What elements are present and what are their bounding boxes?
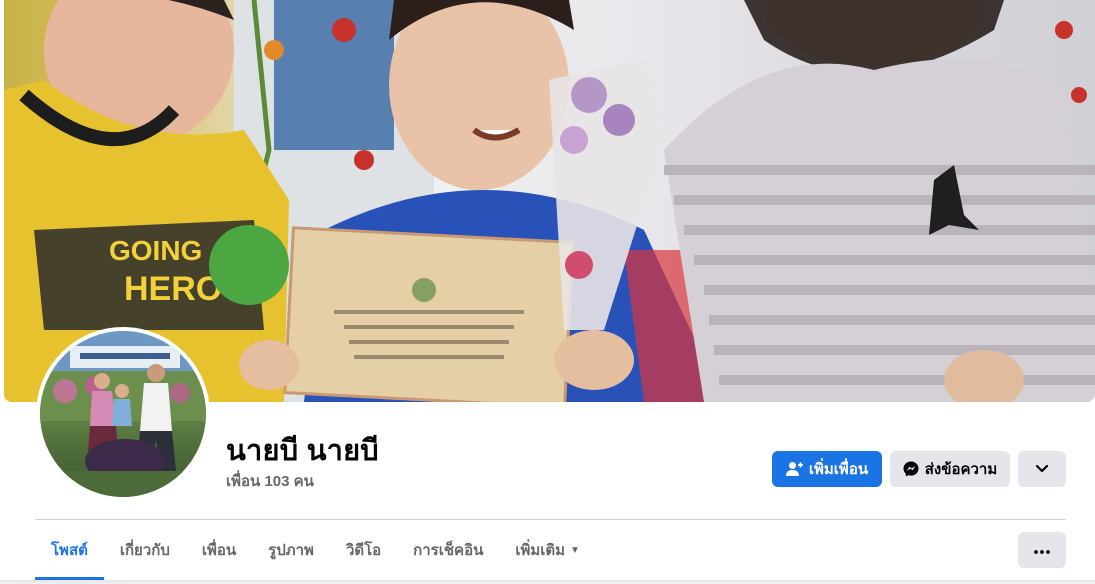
tab-friends[interactable]: เพื่อน	[186, 520, 252, 580]
svg-text:HERO: HERO	[124, 270, 222, 308]
tab-posts[interactable]: โพสต์	[35, 520, 104, 580]
tab-label: เพื่อน	[201, 542, 237, 559]
message-label: ส่งข้อความ	[924, 461, 998, 478]
caret-down-icon: ▼	[570, 544, 580, 556]
tab-checkins[interactable]: การเช็คอิน	[397, 520, 499, 580]
avatar	[40, 331, 206, 497]
ellipsis-icon	[1034, 541, 1050, 559]
tab-label: การเช็คอิน	[413, 542, 484, 559]
profile-picture[interactable]	[36, 327, 210, 501]
add-friend-label: เพิ่มเพื่อน	[808, 461, 869, 478]
tab-label: เพิ่มเติม	[515, 542, 566, 559]
profile-photo-illustration	[40, 331, 206, 497]
profile-options-button[interactable]	[1018, 532, 1066, 568]
tab-label: วิดีโอ	[345, 542, 382, 559]
tab-videos[interactable]: วิดีโอ	[330, 520, 397, 580]
tab-label: รูปภาพ	[268, 542, 314, 559]
friends-count[interactable]: เพื่อน 103 คน	[226, 469, 314, 493]
message-button[interactable]: ส่งข้อความ	[890, 451, 1010, 487]
more-options-button[interactable]	[1018, 451, 1066, 487]
tab-label: โพสต์	[51, 542, 88, 559]
tab-more[interactable]: เพิ่มเติม ▼	[499, 520, 596, 580]
profile-tabs: โพสต์ เกี่ยวกับ เพื่อน รูปภาพ วิดีโอ การ…	[35, 520, 596, 580]
person-plus-icon	[785, 461, 803, 477]
messenger-icon	[903, 461, 919, 477]
header-bottom-edge	[0, 580, 1095, 584]
add-friend-button[interactable]: เพิ่มเพื่อน	[772, 451, 882, 487]
svg-text:GOING: GOING	[109, 235, 202, 266]
profile-name: นายบี นายบี	[226, 435, 379, 467]
tab-label: เกี่ยวกับ	[119, 542, 170, 559]
tab-about[interactable]: เกี่ยวกับ	[104, 520, 186, 580]
tab-photos[interactable]: รูปภาพ	[252, 520, 330, 580]
chevron-down-icon	[1036, 465, 1048, 473]
